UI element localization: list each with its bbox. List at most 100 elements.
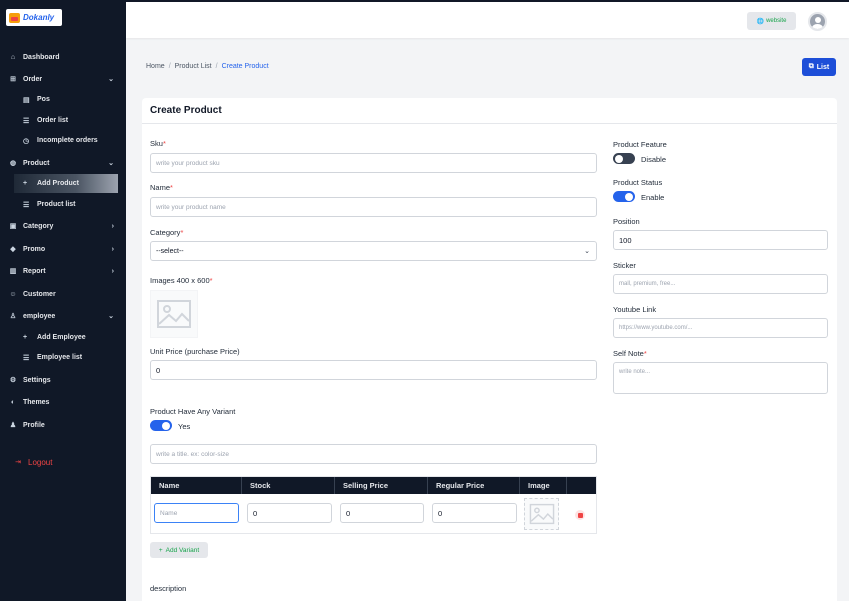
sidebar-item-promo[interactable]: ◆ Promo ›	[0, 240, 126, 258]
chevron-down-icon: ⌄	[108, 160, 114, 167]
sidebar-item-label: Add Product	[37, 180, 79, 187]
plus-icon: +	[158, 546, 163, 554]
sticker-label: Sticker	[613, 261, 636, 270]
sidebar-item-product[interactable]: ◍ Product ⌄	[0, 154, 126, 172]
logo-text: Dokanly	[23, 13, 55, 22]
status-toggle-label: Enable	[641, 193, 665, 202]
sidebar-item-add-employee[interactable]: + Add Employee	[14, 328, 118, 347]
sku-input[interactable]: write your product sku	[150, 153, 597, 173]
add-variant-button[interactable]: + Add Variant	[150, 542, 208, 558]
column-header-stock: Stock	[242, 477, 335, 494]
dashboard-icon: ⌂	[10, 53, 16, 61]
category-icon: ▣	[9, 223, 17, 230]
website-button[interactable]: 🌐 website	[747, 12, 796, 30]
youtube-input[interactable]: https://www.youtube.com/...	[613, 318, 828, 338]
sidebar-item-profile[interactable]: ♟ Profile	[0, 416, 126, 434]
chevron-right-icon: ›	[111, 267, 114, 275]
youtube-label: Youtube Link	[613, 305, 657, 314]
breadcrumb-current: Create Product	[221, 63, 269, 70]
sidebar-item-pos[interactable]: ▤ Pos	[14, 90, 118, 109]
sidebar-item-add-product[interactable]: + Add Product	[14, 174, 118, 193]
store-icon	[9, 12, 20, 23]
page-title: Create Product	[150, 105, 222, 116]
feature-toggle[interactable]	[613, 153, 635, 164]
plus-icon: +	[23, 334, 28, 341]
list-button-label: List	[816, 63, 830, 71]
position-input[interactable]: 100	[613, 230, 828, 250]
variant-table-header: Name Stock Selling Price Regular Price I…	[151, 477, 596, 494]
breadcrumb-home[interactable]: Home	[146, 63, 165, 70]
list-icon: ☰	[23, 117, 30, 125]
sidebar-item-themes[interactable]: ◐ Themes	[0, 393, 126, 411]
users-icon: ☺	[9, 290, 17, 298]
variant-selling-price-input[interactable]: 0	[340, 503, 424, 523]
gear-icon: ⚙	[9, 377, 17, 384]
sidebar-item-label: Themes	[23, 398, 50, 406]
palette-icon: ◐	[10, 398, 16, 406]
column-header-selling-price: Selling Price	[335, 477, 428, 494]
category-select[interactable]: --select-- ⌄	[150, 241, 597, 261]
sidebar-item-label: Add Employee	[37, 334, 86, 341]
avatar[interactable]	[808, 12, 827, 31]
sidebar-item-label: Profile	[23, 421, 45, 429]
sidebar-item-label: Product list	[37, 201, 76, 208]
self-note-label: Self Note*	[613, 349, 647, 358]
list-button[interactable]: ⧉ List	[802, 58, 836, 76]
sidebar-item-customer[interactable]: ☺ Customer	[0, 285, 126, 303]
status-toggle[interactable]	[613, 191, 635, 202]
list-icon: ☰	[23, 354, 30, 362]
sidebar-item-category[interactable]: ▣ Category ›	[0, 217, 126, 235]
external-link-icon: ⧉	[808, 63, 814, 70]
name-input[interactable]: write your product name	[150, 197, 597, 217]
sidebar-item-label: Dashboard	[23, 53, 60, 61]
sidebar-item-label: Report	[23, 267, 46, 275]
status-label: Product Status	[613, 178, 663, 187]
variant-title-input[interactable]: write a title. ex: color-size	[150, 444, 597, 464]
self-note-textarea[interactable]: write note...	[613, 362, 828, 394]
image-placeholder-icon	[529, 503, 554, 525]
sidebar-item-settings[interactable]: ⚙ Settings	[0, 371, 126, 389]
topbar: 🌐 website	[126, 0, 849, 38]
sidebar-item-order-list[interactable]: ☰ Order list	[14, 111, 118, 130]
unit-price-input[interactable]: 0	[150, 360, 597, 380]
add-variant-label: Add Variant	[165, 546, 200, 554]
logout-label: Logout	[28, 457, 53, 467]
sticker-input[interactable]: mall, premium, free...	[613, 274, 828, 294]
breadcrumb: Home / Product List / Create Product	[146, 63, 269, 70]
sidebar-item-incomplete-orders[interactable]: ◷ Incomplete orders	[14, 131, 118, 150]
breadcrumb-product-list[interactable]: Product List	[175, 63, 212, 70]
variant-toggle[interactable]	[150, 420, 172, 431]
variant-label: Product Have Any Variant	[150, 407, 236, 416]
sidebar-item-dashboard[interactable]: ⌂ Dashboard	[0, 48, 126, 66]
sidebar-item-employee-list[interactable]: ☰ Employee list	[14, 348, 118, 367]
sidebar-item-order[interactable]: ⊞ Order ⌄	[0, 70, 126, 88]
variant-name-input[interactable]: Name	[154, 503, 239, 523]
sidebar-item-label: employee	[23, 312, 56, 320]
sidebar-item-label: Customer	[23, 290, 56, 298]
sidebar-item-employee[interactable]: ♙ employee ⌄	[0, 307, 126, 325]
image-upload[interactable]	[150, 290, 198, 338]
list-icon: ☰	[23, 201, 30, 209]
name-label: Name*	[150, 183, 173, 192]
logout-icon: ⇥	[15, 459, 21, 466]
user-icon: ♙	[9, 313, 17, 320]
divider	[142, 123, 837, 124]
feature-toggle-label: Disable	[641, 155, 667, 164]
column-header-regular-price: Regular Price	[428, 477, 520, 494]
logout-button[interactable]: ⇥ Logout	[0, 453, 126, 471]
images-label: Images 400 x 600*	[150, 276, 213, 285]
sidebar-item-label: Employee list	[37, 354, 83, 361]
sidebar-item-label: Pos	[37, 96, 50, 103]
variant-table: Name Stock Selling Price Regular Price I…	[150, 476, 597, 534]
sidebar-item-report[interactable]: ▥ Report ›	[0, 262, 126, 280]
sidebar-item-product-list[interactable]: ☰ Product list	[14, 195, 118, 214]
variant-stock-input[interactable]: 0	[247, 503, 332, 523]
logo[interactable]: Dokanly	[6, 9, 62, 26]
variant-regular-price-input[interactable]: 0	[432, 503, 517, 523]
sidebar: Dokanly ⌂ Dashboard ⊞ Order ⌄ ▤ Pos ☰ Or…	[0, 0, 126, 601]
description-label: description	[150, 584, 187, 593]
delete-variant-button[interactable]	[575, 510, 585, 520]
variant-image-upload[interactable]	[524, 498, 559, 530]
position-label: Position	[613, 217, 640, 226]
image-placeholder-icon	[157, 300, 191, 328]
